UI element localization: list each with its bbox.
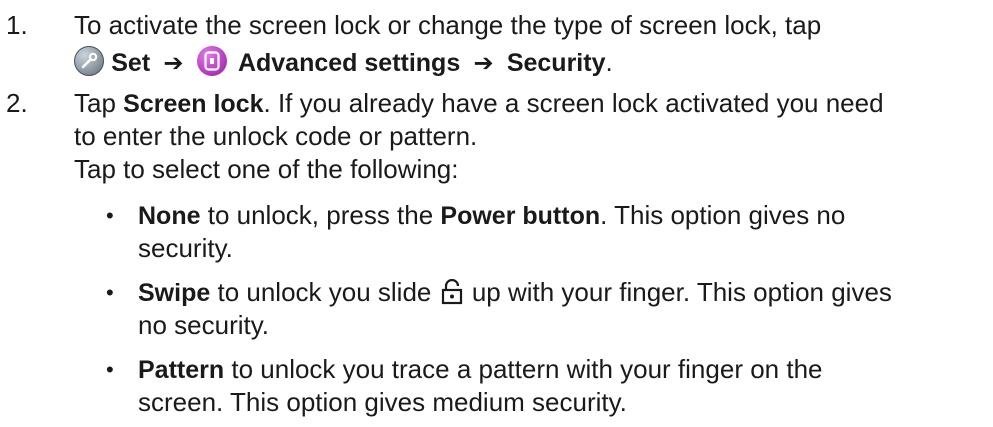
option-none-text-b: . This option gives no xyxy=(600,200,846,230)
screen-lock-label: Screen lock xyxy=(123,90,264,118)
option-none-line1: None to unlock, press the Power button. … xyxy=(138,198,845,234)
bullet: • xyxy=(106,357,114,382)
wrench-icon xyxy=(74,46,104,76)
option-none-text: to unlock, press the xyxy=(200,200,441,230)
step2-text: . If you already have a screen lock acti… xyxy=(263,88,884,118)
step2-line2: to enter the unlock code or pattern. xyxy=(74,121,478,151)
arrow-right-icon: ➔ xyxy=(163,50,184,77)
advanced-settings-label: Advanced settings xyxy=(237,49,461,77)
option-pattern-name: Pattern xyxy=(138,356,225,384)
bullet: • xyxy=(106,203,114,228)
unlock-icon xyxy=(441,278,463,314)
option-pattern-line2: screen. This option gives medium securit… xyxy=(138,387,627,417)
advanced-settings-icon xyxy=(196,46,227,76)
option-swipe-name: Swipe xyxy=(138,279,211,307)
option-none-line2: security. xyxy=(138,233,233,263)
step-number-2: 2. xyxy=(6,88,28,118)
security-label: Security xyxy=(506,49,606,77)
step1-text-line1: To activate the screen lock or change th… xyxy=(74,10,822,40)
option-swipe-text-b: up with your finger. This option gives xyxy=(464,277,892,307)
set-label: Set xyxy=(111,49,151,77)
arrow-right-icon: ➔ xyxy=(473,50,494,77)
step2-line1: Tap Screen lock. If you already have a s… xyxy=(74,86,884,122)
step1-path-line: Set ➔ Advanced settings ➔ Security. xyxy=(74,45,613,81)
option-swipe-text: to unlock you slide xyxy=(210,277,439,307)
option-swipe-line2: no security. xyxy=(138,310,270,340)
step1-period: . xyxy=(605,47,613,77)
step2-tap-text: Tap xyxy=(74,88,124,118)
option-none-name: None xyxy=(138,202,201,230)
option-pattern-line1: Pattern to unlock you trace a pattern wi… xyxy=(138,352,822,388)
instruction-document: 1. To activate the screen lock or change… xyxy=(0,0,993,427)
bullet: • xyxy=(106,280,114,305)
power-button-label: Power button xyxy=(440,202,601,230)
step2-select-prompt: Tap to select one of the following: xyxy=(74,154,459,184)
option-pattern-text: to unlock you trace a pattern with your … xyxy=(224,354,823,384)
step-number-1: 1. xyxy=(6,10,28,40)
